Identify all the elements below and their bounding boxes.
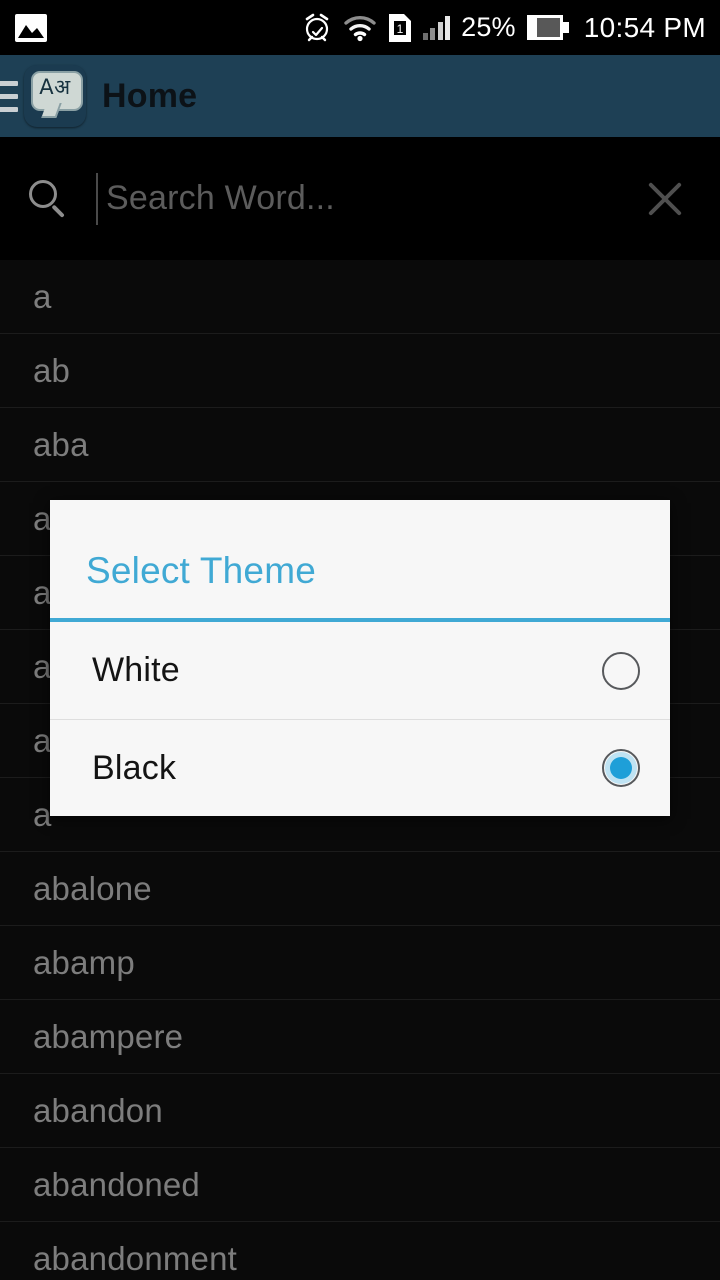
theme-option-white[interactable]: White xyxy=(50,622,670,719)
word-label: abandonment xyxy=(33,1239,238,1277)
battery-icon xyxy=(526,15,569,40)
status-bar: 1 25% 10:54 PM xyxy=(0,0,720,55)
word-label: abandoned xyxy=(33,1165,200,1203)
image-icon xyxy=(15,13,47,42)
status-bar-left xyxy=(0,13,48,43)
list-item[interactable]: abandon xyxy=(0,1074,720,1148)
word-label: a xyxy=(33,573,52,611)
status-bar-right: 1 25% 10:54 PM xyxy=(302,12,720,44)
list-item[interactable]: abandonment xyxy=(0,1222,720,1280)
word-label: ab xyxy=(33,351,71,389)
translate-app-icon: Aअ xyxy=(24,65,86,127)
search-placeholder: Search Word... xyxy=(106,179,335,217)
alarm-clock-icon xyxy=(305,13,328,41)
list-item[interactable]: abampere xyxy=(0,1000,720,1074)
radio-button-black[interactable] xyxy=(602,749,640,787)
word-label: a xyxy=(33,499,52,537)
signal-bars-icon xyxy=(422,15,451,40)
list-item[interactable]: abalone xyxy=(0,852,720,926)
word-label: abamp xyxy=(33,943,135,981)
word-label: abalone xyxy=(33,869,152,907)
theme-option-label: White xyxy=(92,651,180,689)
dialog-title-area: Select Theme xyxy=(50,500,670,618)
search-input[interactable]: Search Word... xyxy=(96,164,610,234)
theme-option-black[interactable]: Black xyxy=(50,719,670,816)
word-label: abampere xyxy=(33,1017,184,1055)
word-label: a xyxy=(33,647,52,685)
dialog-title: Select Theme xyxy=(86,550,317,591)
wifi-icon xyxy=(343,15,376,41)
search-icon[interactable] xyxy=(0,179,96,218)
word-label: a xyxy=(33,277,52,315)
hamburger-menu-icon[interactable] xyxy=(0,80,18,112)
theme-option-label: Black xyxy=(92,748,177,787)
battery-percent-label: 25% xyxy=(461,12,516,42)
radio-button-white[interactable] xyxy=(602,651,640,690)
list-item[interactable]: a xyxy=(0,260,720,334)
svg-text:1: 1 xyxy=(396,22,403,36)
page-title: Home xyxy=(102,76,198,115)
word-label: a xyxy=(33,721,52,759)
word-label: aba xyxy=(33,425,89,463)
list-item[interactable]: ab xyxy=(0,334,720,408)
status-bar-clock: 10:54 PM xyxy=(583,11,706,43)
select-theme-dialog: Select Theme White Black xyxy=(50,500,670,816)
app-bar: Aअ Home xyxy=(0,55,720,137)
word-label: abandon xyxy=(33,1091,163,1129)
sim-card-1-icon: 1 xyxy=(388,13,411,42)
list-item[interactable]: aba xyxy=(0,408,720,482)
search-bar: Search Word... xyxy=(0,137,720,260)
close-icon[interactable] xyxy=(610,177,720,221)
word-label: a xyxy=(33,795,52,833)
app-icon-glyph: Aअ xyxy=(39,75,71,99)
list-item[interactable]: abandoned xyxy=(0,1148,720,1222)
list-item[interactable]: abamp xyxy=(0,926,720,1000)
phone-screen: 1 25% 10:54 PM Aअ Home Search Word... a … xyxy=(0,0,720,1280)
